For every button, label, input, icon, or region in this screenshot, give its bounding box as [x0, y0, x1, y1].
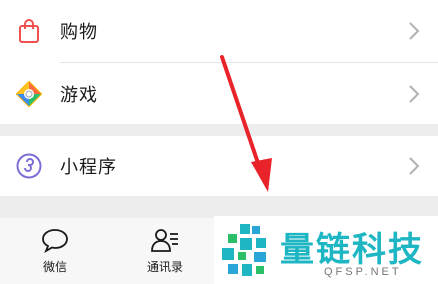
watermark: 量链科技 QFSP.NET [214, 216, 438, 284]
menu-item-label: 购物 [60, 22, 98, 43]
menu-item-shopping[interactable]: 购物 [0, 0, 438, 62]
chevron-right-icon [409, 22, 420, 40]
tab-label: 微信 [42, 260, 67, 274]
watermark-subtitle: QFSP.NET [324, 266, 402, 278]
discover-group-1: 购物 游戏 [0, 0, 438, 124]
menu-item-games[interactable]: 游戏 [0, 63, 438, 125]
menu-item-mini-programs[interactable]: 小程序 [0, 135, 438, 197]
tab-contacts[interactable]: 通讯录 [110, 218, 220, 284]
chevron-right-icon [409, 157, 420, 175]
menu-item-label: 小程序 [60, 157, 117, 178]
chat-bubble-icon [42, 229, 68, 253]
chevron-right-icon [409, 85, 420, 103]
mini-program-icon [16, 153, 42, 179]
menu-item-label: 游戏 [60, 85, 98, 106]
discover-group-2: 小程序 [0, 136, 438, 196]
watermark-logo-icon [222, 224, 266, 276]
wechat-discover-screen: 购物 游戏 小程序 微信 通讯录 量链科技 QFSP.NET [0, 0, 438, 284]
tab-label: 通讯录 [146, 260, 183, 274]
contacts-icon [151, 229, 178, 252]
game-diamond-icon [16, 81, 42, 107]
tab-chats[interactable]: 微信 [0, 218, 110, 284]
watermark-title: 量链科技 [280, 230, 424, 270]
shopping-bag-icon [19, 19, 39, 43]
